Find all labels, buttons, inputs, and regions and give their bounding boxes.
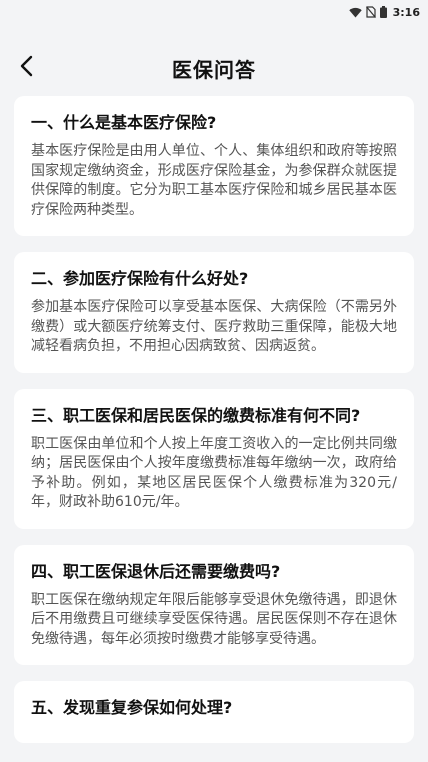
faq-answer: 参加基本医疗保险可以享受基本医保、大病保险（不需另外缴费）或大额医疗统筹支付、医…	[31, 299, 397, 354]
battery-icon	[379, 6, 387, 18]
page-title: 医保问答	[172, 57, 256, 82]
faq-card: 二、参加医疗保险有什么好处? 参加基本医疗保险可以享受基本医保、大病保险（不需另…	[14, 252, 414, 373]
faq-answer: 基本医疗保险是由用人单位、个人、集体组织和政府等按照国家规定缴纳资金，形成医疗保…	[31, 143, 397, 218]
faq-answer: 职工医保在缴纳规定年限后能够享受退休免缴待遇，即退休后不用缴费且可继续享受医保待…	[31, 591, 397, 647]
status-bar: 3:16	[0, 0, 428, 24]
faq-question: 一、什么是基本医疗保险?	[31, 113, 217, 132]
faq-question: 四、职工医保退休后还需要缴费吗?	[31, 561, 281, 581]
wifi-icon	[348, 7, 362, 18]
faq-list: 一、什么是基本医疗保险? 基本医疗保险是由用人单位、个人、集体组织和政府等按照国…	[0, 96, 428, 743]
page-header: 医保问答	[0, 40, 428, 96]
faq-card: 四、职工医保退休后还需要缴费吗? 职工医保在缴纳规定年限后能够享受退休免缴待遇，…	[14, 544, 414, 665]
faq-card: 五、发现重复参保如何处理?	[14, 681, 414, 743]
chevron-left-icon	[19, 55, 33, 81]
back-button[interactable]	[8, 50, 44, 86]
faq-answer: 职工医保由单位和个人按上年度工资收入的一定比例共同缴纳；居民医保由个人按年度缴费…	[31, 435, 397, 511]
faq-question: 二、参加医疗保险有什么好处?	[31, 269, 249, 288]
faq-card: 三、职工医保和居民医保的缴费标准有何不同? 职工医保由单位和个人按上年度工资收入…	[14, 388, 414, 529]
status-time: 3:16	[392, 5, 420, 19]
faq-question: 五、发现重复参保如何处理?	[31, 698, 233, 717]
faq-card: 一、什么是基本医疗保险? 基本医疗保险是由用人单位、个人、集体组织和政府等按照国…	[14, 96, 414, 236]
faq-question: 三、职工医保和居民医保的缴费标准有何不同?	[31, 405, 361, 425]
no-sim-icon	[365, 6, 376, 18]
